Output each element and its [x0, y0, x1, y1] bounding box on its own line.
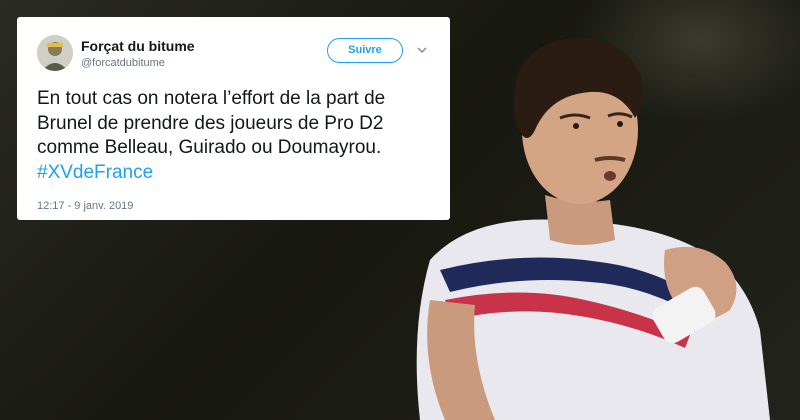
- tweet-text-line: comme Belleau, Guirado ou Doumayrou.: [37, 137, 382, 158]
- hashtag-link[interactable]: #XVdeFrance: [37, 161, 442, 186]
- tweet-timestamp[interactable]: 12:17 - 9 janv. 2019: [37, 200, 133, 212]
- author-handle[interactable]: @forcatdubitume: [81, 57, 165, 69]
- author-name[interactable]: Forçat du bitume: [81, 38, 195, 54]
- tweet-card[interactable]: Forçat du bitume @forcatdubitume Suivre …: [17, 17, 450, 220]
- avatar[interactable]: [37, 35, 73, 71]
- tweet-text: En tout cas on notera l’effort de la par…: [37, 87, 442, 185]
- avatar-icon: [37, 35, 73, 71]
- follow-button[interactable]: Suivre: [327, 38, 403, 63]
- tweet-text-line: Brunel de prendre des joueurs de Pro D2: [37, 112, 384, 134]
- chevron-down-icon[interactable]: [415, 44, 429, 56]
- tweet-text-line: En tout cas on notera l’effort de la par…: [37, 88, 386, 109]
